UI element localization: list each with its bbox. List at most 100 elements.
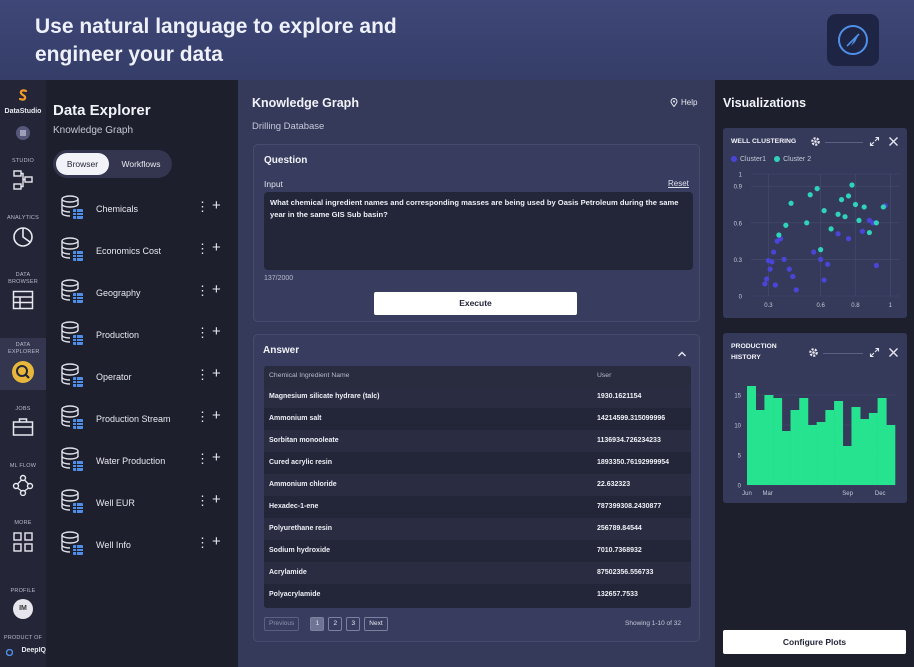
rail-item-data-browser[interactable]: DATA BROWSER — [0, 272, 46, 318]
gear-icon[interactable] — [808, 347, 819, 358]
table-row[interactable]: Acrylamide 87502356.556733 — [264, 562, 691, 584]
table-row[interactable]: Sodium hydroxide 7010.7368932 — [264, 540, 691, 562]
cluster2-point — [852, 201, 859, 208]
well-clustering-card: WELL CLUSTERING Cluster1 Cluster 2 0 0.3 0… — [723, 128, 907, 318]
chevron-up-icon[interactable] — [677, 345, 687, 363]
rail-item-studio[interactable]: STUDIO — [0, 158, 46, 198]
menu-button[interactable] — [0, 122, 46, 140]
dataset-item[interactable]: Water Production ⋮ + — [46, 444, 238, 480]
pie-chart-icon — [13, 227, 33, 247]
dataset-item[interactable]: Operator ⋮ + — [46, 360, 238, 396]
next-button[interactable]: Next — [364, 617, 388, 631]
close-icon[interactable] — [888, 136, 899, 147]
tab-workflows[interactable]: Workflows — [113, 153, 169, 175]
dataset-item[interactable]: Chemicals ⋮ + — [46, 192, 238, 228]
column-header[interactable]: User — [597, 372, 611, 379]
rail-item-analytics[interactable]: ANALYTICS — [0, 215, 46, 255]
rail-item-more[interactable]: MORE — [0, 520, 46, 562]
cluster2-point — [842, 214, 848, 220]
production-bar — [816, 422, 826, 485]
table-row[interactable]: Cured acrylic resin 1893350.76192999954 — [264, 452, 691, 474]
legend-item: Cluster1 — [731, 156, 766, 163]
question-input[interactable]: What chemical ingredient names and corre… — [264, 192, 693, 270]
chart-toolbar — [723, 347, 907, 359]
help-link[interactable]: Help — [670, 98, 697, 107]
close-icon[interactable] — [888, 347, 899, 358]
configure-plots-button[interactable]: Configure Plots — [723, 630, 906, 654]
more-options-icon[interactable]: ⋮ — [196, 493, 209, 509]
more-options-icon[interactable]: ⋮ — [196, 199, 209, 215]
table-row[interactable]: Ammonium salt 14214599.315099996 — [264, 408, 691, 430]
add-icon[interactable]: + — [212, 449, 221, 466]
y-tick-label: 0 — [739, 295, 743, 301]
more-options-icon[interactable]: ⋮ — [196, 283, 209, 299]
execute-button[interactable]: Execute — [374, 292, 577, 315]
expand-icon[interactable] — [869, 347, 880, 358]
add-icon[interactable]: + — [212, 239, 221, 256]
database-icon — [61, 279, 83, 303]
menu-icon — [16, 126, 30, 140]
cluster1-point — [793, 287, 799, 293]
more-options-icon[interactable]: ⋮ — [196, 325, 209, 341]
rail-label: PRODUCT OF — [3, 635, 43, 641]
add-icon[interactable]: + — [212, 365, 221, 382]
table-row[interactable]: Ammonium chloride 22.632323 — [264, 474, 691, 496]
dataset-item[interactable]: Well Info ⋮ + — [46, 528, 238, 564]
production-history-card: PRODUCTION HISTORY 0 5 10 15 Jun Mar Sep Dec — [723, 333, 907, 503]
production-bar — [825, 410, 835, 485]
more-options-icon[interactable]: ⋮ — [196, 367, 209, 383]
page-2-button[interactable]: 2 — [328, 617, 343, 631]
more-options-icon[interactable]: ⋮ — [196, 451, 209, 467]
dataset-item[interactable]: Production Stream ⋮ + — [46, 402, 238, 438]
user-value-cell: 14214599.315099996 — [597, 415, 666, 422]
briefcase-icon — [12, 418, 34, 436]
expand-icon[interactable] — [869, 136, 880, 147]
brand-name: DataStudio — [4, 108, 42, 115]
production-bar — [790, 410, 800, 485]
rail-item-ml-flow[interactable]: ML FLOW — [0, 463, 46, 505]
dataset-item[interactable]: Economics Cost ⋮ + — [46, 234, 238, 270]
rail-item-jobs[interactable]: JOBS — [0, 406, 46, 448]
add-icon[interactable]: + — [212, 323, 221, 340]
table-row[interactable]: Polyacrylamide 132657.7533 — [264, 584, 691, 606]
more-options-icon[interactable]: ⋮ — [196, 241, 209, 257]
more-options-icon[interactable]: ⋮ — [196, 409, 209, 425]
user-value-cell: 1893350.76192999954 — [597, 459, 670, 466]
deepiq-icon — [6, 649, 14, 656]
more-options-icon[interactable]: ⋮ — [196, 535, 209, 551]
character-count: 137/2000 — [264, 275, 294, 282]
rail-item-data-explorer[interactable]: DATA EXPLORER — [0, 338, 46, 390]
dataset-name: Chemicals — [96, 204, 139, 214]
tab-browser[interactable]: Browser — [56, 153, 109, 175]
x-tick-label: 0.8 — [851, 303, 860, 309]
add-icon[interactable]: + — [212, 491, 221, 508]
gear-icon[interactable] — [810, 136, 821, 147]
y-tick-label: 0.9 — [734, 185, 743, 191]
dataset-item[interactable]: Well EUR ⋮ + — [46, 486, 238, 522]
database-icon — [61, 447, 83, 471]
reset-link[interactable]: Reset — [668, 179, 689, 188]
add-icon[interactable]: + — [212, 281, 221, 298]
previous-button[interactable]: Previous — [264, 617, 300, 631]
page-3-button[interactable]: 3 — [346, 617, 361, 631]
chemical-name-cell: Sodium hydroxide — [269, 547, 331, 554]
add-icon[interactable]: + — [212, 407, 221, 424]
x-tick-label: Sep — [842, 491, 853, 497]
page-1-button[interactable]: 1 — [310, 617, 325, 631]
explorer-sidebar: Data Explorer Knowledge Graph Browser Wo… — [46, 80, 238, 667]
table-row[interactable]: Hexadec-1-ene 787399308.2430877 — [264, 496, 691, 518]
rail-label: JOBS — [15, 406, 31, 412]
table-row[interactable]: Magnesium silicate hydrare (talc) 1930.16… — [264, 386, 691, 408]
table-row[interactable]: Sorbitan monooleate 1136934.726234233 — [264, 430, 691, 452]
add-icon[interactable]: + — [212, 197, 221, 214]
dataset-item[interactable]: Production ⋮ + — [46, 318, 238, 354]
add-icon[interactable]: + — [212, 533, 221, 550]
cluster1-point — [764, 276, 770, 282]
profile-button[interactable]: PROFILE IM — [0, 588, 46, 619]
cluster1-point — [781, 256, 787, 262]
column-header[interactable]: Chemical Ingredient Name — [269, 372, 349, 379]
table-row[interactable]: Polyurethane resin 256789.84544 — [264, 518, 691, 540]
dataset-item[interactable]: Geography ⋮ + — [46, 276, 238, 312]
production-bar — [807, 425, 817, 485]
production-bar — [781, 431, 791, 485]
